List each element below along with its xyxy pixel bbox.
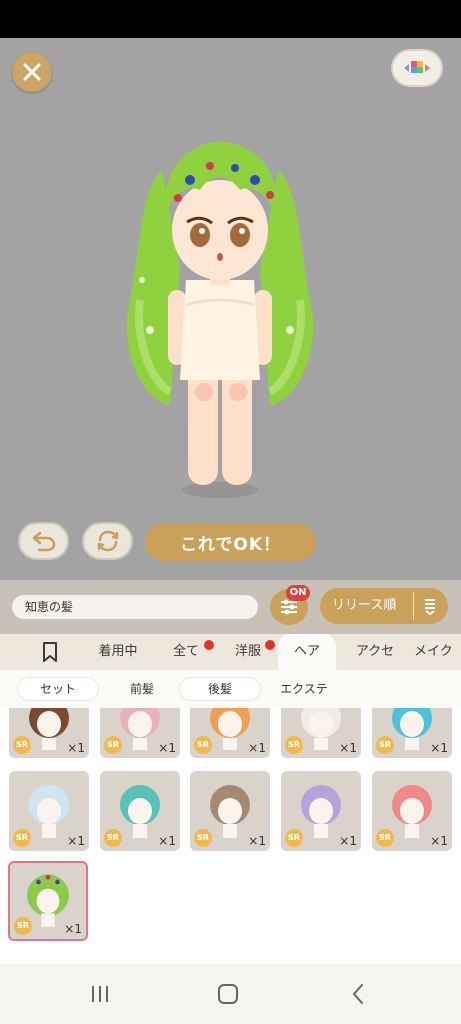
hair-item-card[interactable]: SR ×1 [281,771,361,851]
status-bar [0,0,461,38]
hair-item-card[interactable]: SR ×1 [190,771,270,851]
subtab-extensions[interactable]: エクステ [270,678,338,700]
system-nav-bar [0,964,461,1024]
subtab-bangs[interactable]: 前髪 [112,678,172,700]
hair-subtabs: セット 前髪 後髪 エクステ [0,670,461,708]
back-button[interactable] [342,978,374,1010]
rarity-badge: SR [13,829,31,847]
tab-hair[interactable]: ヘア [278,634,336,670]
hair-item-card[interactable]: SR ×1 [281,708,361,758]
item-quantity: ×1 [67,741,85,755]
avatar-stage: これでOK！ [0,38,461,580]
rarity-badge: SR [194,829,212,847]
item-quantity: ×1 [158,834,176,848]
sort-order-icon[interactable] [420,596,440,616]
rarity-badge: SR [104,829,122,847]
rarity-badge: SR [376,829,394,847]
item-quantity: ×1 [248,834,266,848]
home-icon [218,984,238,1004]
hair-item-card[interactable]: SR ×1 [9,708,89,758]
close-button[interactable] [12,52,52,92]
tab-wearing[interactable]: 着用中 [86,634,150,670]
item-quantity: ×1 [248,741,266,755]
tab-accessory[interactable]: アクセ [346,634,404,670]
hair-item-card[interactable]: SR ×1 [100,771,180,851]
tab-bookmark[interactable] [30,634,70,670]
sort-divider [413,592,414,620]
rarity-badge: SR [104,736,122,754]
item-name-field[interactable]: 知恵の髪 [12,595,258,619]
rarity-badge: SR [194,736,212,754]
rarity-badge: SR [285,829,303,847]
recent-apps-icon [92,986,108,1002]
tab-all-notification-dot [204,640,214,650]
item-quantity: ×1 [430,834,448,848]
hair-item-card-selected[interactable]: SR ×1 [8,861,88,941]
item-quantity: ×1 [430,741,448,755]
sort-label: リリース順 [332,598,397,613]
hair-item-card[interactable]: SR ×1 [190,708,270,758]
filter-on-badge: ON [286,585,310,601]
tab-clothes-notification-dot [265,640,275,650]
subtab-back-hair[interactable]: 後髪 [180,678,260,700]
confirm-ok-button[interactable]: これでOK！ [145,523,316,561]
undo-icon [32,531,55,552]
hair-item-card[interactable]: SR ×1 [372,771,452,851]
tab-clothes[interactable]: 洋服 [222,634,274,670]
category-tabs: 着用中 全て 洋服 ヘア アクセ メイク [0,634,461,670]
hair-item-card[interactable]: SR ×1 [9,771,89,851]
layout-toggle-button[interactable] [391,49,443,87]
item-quantity: ×1 [339,834,357,848]
back-icon [353,984,363,1004]
close-icon [23,63,41,81]
item-grid: SR ×1 SR ×1 SR ×1 SR ×1 SR ×1 SR ×1 SR ×… [0,708,461,964]
rarity-badge: SR [13,736,31,754]
undo-button[interactable] [18,522,69,560]
rarity-badge: SR [14,917,32,935]
rarity-badge: SR [285,736,303,754]
item-quantity: ×1 [64,922,82,936]
refresh-icon [97,530,118,552]
item-toolbar: 知恵の髪 ON リリース順 [0,580,461,634]
color-grid-icon [404,61,430,73]
tab-all[interactable]: 全て [160,634,212,670]
randomize-button[interactable] [82,522,133,560]
tab-makeup[interactable]: メイク [414,634,461,670]
item-quantity: ×1 [67,834,85,848]
home-button[interactable] [212,978,244,1010]
subtab-set[interactable]: セット [18,678,98,700]
hair-item-card[interactable]: SR ×1 [372,708,452,758]
item-quantity: ×1 [158,741,176,755]
recent-apps-button[interactable] [84,978,116,1010]
avatar-character [126,141,314,498]
hair-item-card[interactable]: SR ×1 [100,708,180,758]
sort-button[interactable]: リリース順 [320,588,448,624]
rarity-badge: SR [376,736,394,754]
bookmark-icon [43,641,57,662]
item-quantity: ×1 [339,741,357,755]
